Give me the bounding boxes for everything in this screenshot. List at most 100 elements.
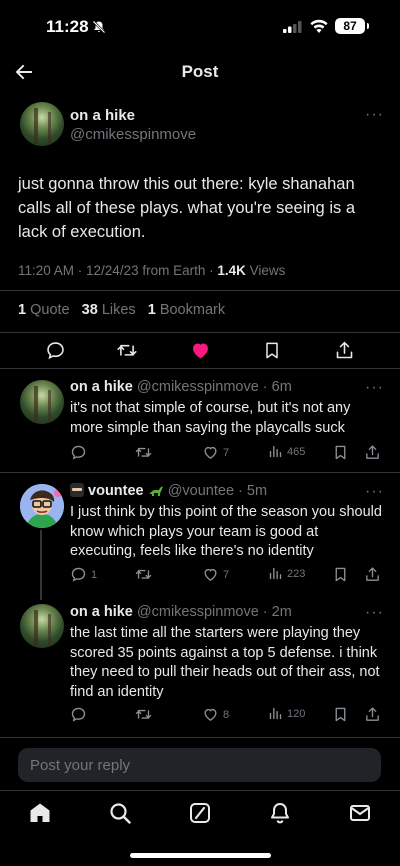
reply-comment[interactable] bbox=[70, 706, 91, 723]
cartoon-avatar-icon bbox=[20, 484, 64, 528]
reply-icon bbox=[71, 567, 86, 582]
views-icon bbox=[269, 445, 282, 458]
reply-author-name: vountee bbox=[88, 483, 144, 499]
messages-icon[interactable] bbox=[348, 801, 372, 825]
ninja-emoji-icon bbox=[70, 483, 84, 497]
bookmark-icon[interactable] bbox=[262, 340, 282, 361]
more-icon[interactable]: ··· bbox=[365, 483, 384, 501]
bookmark-icon[interactable] bbox=[332, 444, 349, 461]
like-icon bbox=[204, 568, 217, 581]
share-icon[interactable] bbox=[364, 706, 381, 723]
reply-icon bbox=[71, 445, 86, 460]
divider bbox=[0, 737, 400, 738]
reply-author-name: on a hike bbox=[70, 379, 133, 395]
page-title: Post bbox=[181, 62, 219, 81]
notifications-icon[interactable] bbox=[268, 801, 292, 825]
share-icon[interactable] bbox=[334, 340, 355, 361]
post-stats: 1 Quote 38 Likes 1 Bookmark bbox=[18, 302, 225, 318]
reply-text: it's not that simple of course, but it's… bbox=[70, 400, 351, 436]
reply-author[interactable]: vountee @vountee · 5m bbox=[70, 483, 267, 499]
wifi-icon bbox=[310, 19, 328, 33]
reply-author[interactable]: on a hike @cmikesspinmove · 2m bbox=[70, 604, 292, 620]
reply-views[interactable]: 223 bbox=[268, 566, 305, 581]
like-icon[interactable] bbox=[190, 340, 211, 361]
retweet-icon bbox=[135, 709, 152, 719]
reply-like[interactable]: 7 bbox=[202, 566, 229, 583]
bookmarks-label[interactable]: Bookmark bbox=[160, 302, 225, 318]
reply-author[interactable]: on a hike @cmikesspinmove · 6m bbox=[70, 379, 292, 395]
reply-views[interactable]: 465 bbox=[268, 444, 305, 459]
post-text: just gonna throw this out there: kyle sh… bbox=[18, 175, 355, 241]
top-nav: Post bbox=[0, 52, 400, 92]
views-count: 223 bbox=[287, 567, 306, 580]
quotes-count[interactable]: 1 bbox=[18, 302, 26, 318]
reply-views[interactable]: 120 bbox=[268, 706, 305, 721]
reply-input-placeholder: Post your reply bbox=[30, 757, 131, 774]
reply-text: I just think by this point of the season… bbox=[70, 504, 382, 559]
thread-line bbox=[40, 530, 42, 600]
reply-author-handle: @cmikesspinmove · 2m bbox=[136, 604, 292, 620]
share-icon[interactable] bbox=[364, 444, 381, 461]
retweet-icon bbox=[135, 569, 152, 579]
home-indicator[interactable] bbox=[130, 853, 271, 858]
divider bbox=[0, 368, 400, 369]
bookmark-icon[interactable] bbox=[332, 566, 349, 583]
like-icon bbox=[204, 708, 217, 721]
author-handle[interactable]: @cmikesspinmove bbox=[70, 126, 196, 143]
home-icon[interactable] bbox=[28, 801, 52, 825]
reply-retweet[interactable] bbox=[135, 566, 156, 583]
battery-indicator: 87 bbox=[335, 18, 369, 34]
avatar[interactable] bbox=[20, 604, 64, 648]
reply-comment[interactable]: 1 bbox=[70, 566, 97, 583]
views-count: 120 bbox=[287, 707, 306, 720]
views-count[interactable]: 1.4K bbox=[217, 263, 246, 278]
reply-author-handle: @vountee · 5m bbox=[167, 483, 268, 499]
reply-retweet[interactable] bbox=[135, 706, 156, 723]
more-icon[interactable]: ··· bbox=[365, 604, 384, 622]
grok-icon[interactable] bbox=[188, 801, 212, 825]
dinosaur-emoji-icon bbox=[148, 484, 164, 496]
reply-like[interactable]: 7 bbox=[202, 444, 229, 461]
likes-label[interactable]: Likes bbox=[102, 302, 136, 318]
post-timestamp: 11:20 AM · 12/24/23 from Earth · bbox=[18, 263, 218, 278]
more-icon[interactable]: ··· bbox=[365, 106, 384, 124]
signal-icon bbox=[283, 21, 302, 33]
avatar[interactable] bbox=[20, 102, 64, 146]
reply-actions: 1 7 223 bbox=[70, 566, 380, 584]
bookmark-icon[interactable] bbox=[332, 706, 349, 723]
more-icon[interactable]: ··· bbox=[365, 379, 384, 397]
reply-icon[interactable] bbox=[45, 340, 66, 361]
divider bbox=[0, 332, 400, 333]
reply-author-handle: @cmikesspinmove · 6m bbox=[136, 379, 292, 395]
like-icon bbox=[204, 446, 217, 459]
views-label: Views bbox=[245, 263, 286, 278]
comment-count: 1 bbox=[91, 568, 98, 581]
reply-icon bbox=[71, 707, 86, 722]
views-icon bbox=[269, 707, 282, 720]
views-icon bbox=[269, 567, 282, 580]
quotes-label[interactable]: Quote bbox=[30, 302, 70, 318]
share-icon[interactable] bbox=[364, 566, 381, 583]
post-meta: 11:20 AM · 12/24/23 from Earth · 1.4K Vi… bbox=[18, 263, 285, 278]
reply-actions: 8 120 bbox=[70, 706, 380, 724]
author-name[interactable]: on a hike bbox=[70, 107, 135, 124]
reply-like[interactable]: 8 bbox=[202, 706, 229, 723]
bookmarks-count[interactable]: 1 bbox=[148, 302, 156, 318]
status-time: 11:28 bbox=[46, 17, 89, 36]
views-count: 465 bbox=[287, 445, 306, 458]
reply-comment[interactable] bbox=[70, 444, 91, 461]
retweet-icon bbox=[135, 447, 152, 457]
like-count: 7 bbox=[223, 446, 230, 459]
retweet-icon[interactable] bbox=[116, 340, 138, 361]
reply-text: the last time all the starters were play… bbox=[70, 625, 380, 700]
reply-input[interactable]: Post your reply bbox=[18, 748, 381, 782]
bell-muted-icon bbox=[92, 20, 106, 34]
avatar[interactable] bbox=[20, 380, 64, 424]
like-count: 7 bbox=[223, 568, 230, 581]
search-icon[interactable] bbox=[108, 801, 132, 825]
avatar[interactable] bbox=[20, 484, 64, 528]
likes-count[interactable]: 38 bbox=[82, 302, 98, 318]
reply-retweet[interactable] bbox=[135, 444, 156, 461]
like-count: 8 bbox=[223, 708, 230, 721]
status-bar: 11:28 87 bbox=[0, 0, 400, 50]
